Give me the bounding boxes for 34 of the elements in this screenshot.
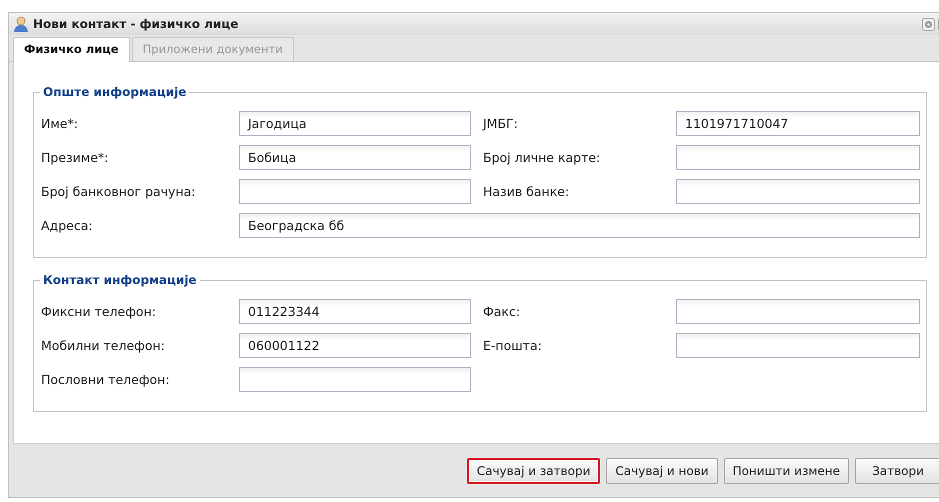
- field-label: Број банковног рачуна:: [41, 183, 196, 201]
- field-label: Име*:: [41, 115, 79, 133]
- field-label: Назив банке:: [482, 183, 570, 201]
- gear-icon[interactable]: [922, 18, 935, 30]
- input-field[interactable]: [239, 179, 471, 204]
- field-label: Мобилни телефон:: [41, 337, 166, 355]
- input-field[interactable]: 011223344: [239, 299, 471, 324]
- input-field[interactable]: [676, 333, 920, 358]
- dialog-button[interactable]: Затвори: [855, 458, 939, 484]
- field-label: Факс:: [482, 303, 522, 321]
- dialog-button[interactable]: Сачувај и затвори: [466, 458, 600, 484]
- input-field[interactable]: [676, 299, 920, 324]
- dialog-button[interactable]: Сачувај и нови: [606, 458, 718, 484]
- field-label: Е-пошта:: [482, 337, 543, 355]
- tab[interactable]: Физичко лице: [13, 37, 130, 62]
- field-label: Презиме*:: [41, 149, 110, 167]
- input-field[interactable]: 060001122: [239, 333, 471, 358]
- input-field[interactable]: 1101971710047: [676, 111, 920, 136]
- field-label: Број личне карте:: [482, 149, 602, 167]
- person-icon: [13, 16, 29, 32]
- input-field[interactable]: Бобица: [239, 145, 471, 170]
- window-title: Нови контакт - физичко лице: [33, 17, 238, 31]
- field-label: Пословни телефон:: [41, 371, 171, 389]
- input-field[interactable]: [239, 367, 471, 392]
- input-field[interactable]: [676, 179, 920, 204]
- section-title: Опште информације: [40, 84, 190, 100]
- input-field[interactable]: Јагодица: [239, 111, 471, 136]
- field-label: ЈМБГ:: [481, 115, 519, 133]
- section-title: Контакт информације: [40, 272, 200, 288]
- dialog-button[interactable]: Поништи измене: [724, 458, 849, 484]
- field-label: Фиксни телефон:: [41, 303, 157, 321]
- field-label: Адреса:: [41, 217, 94, 235]
- input-field[interactable]: [676, 145, 920, 170]
- input-field[interactable]: Београдска бб: [239, 213, 920, 238]
